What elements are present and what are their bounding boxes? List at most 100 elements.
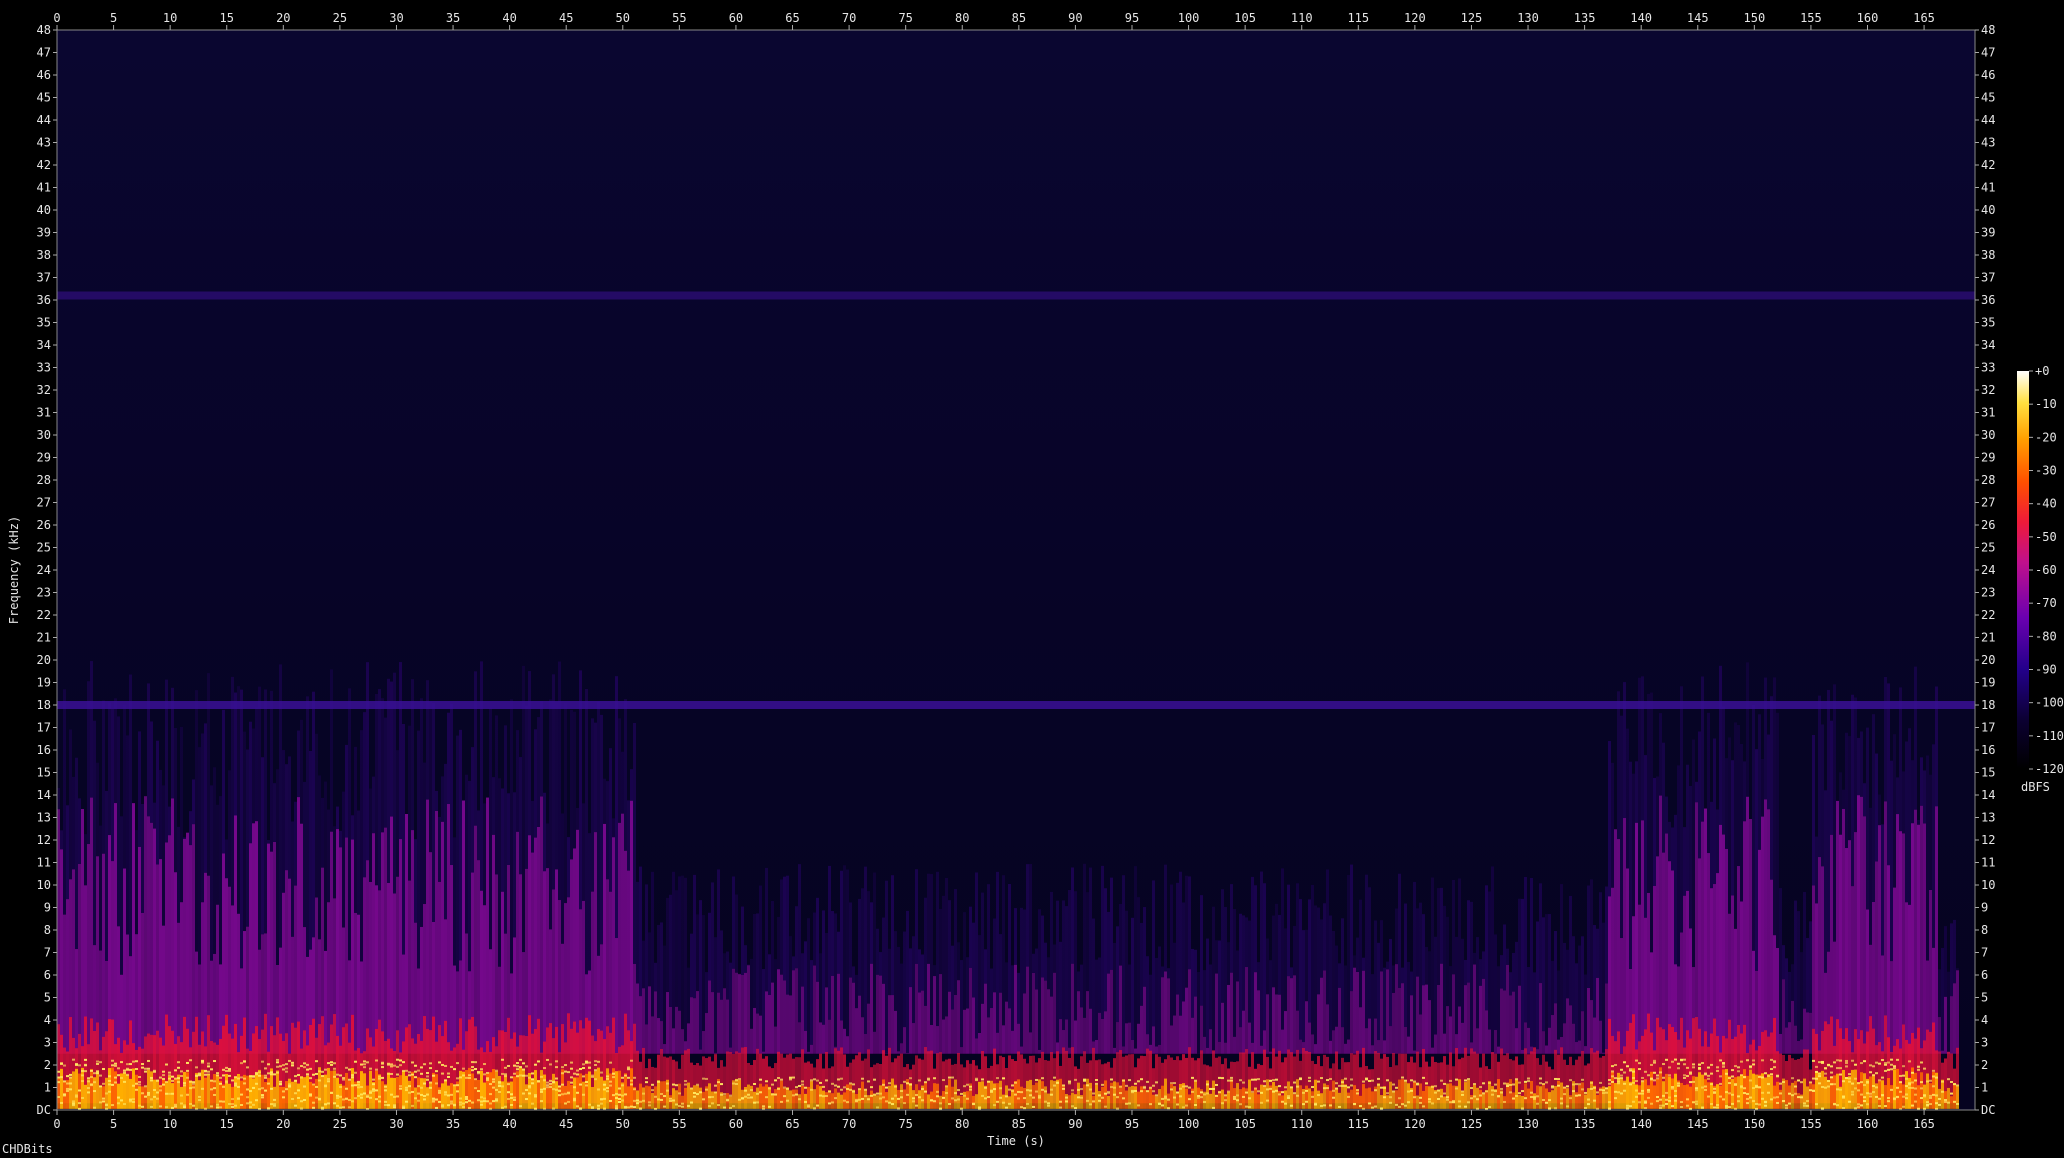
spectrogram-column-haze [615,676,618,939]
spectrogram-speckle [402,1105,405,1108]
spectrogram-speckle [99,1061,102,1064]
spectrogram-speckle [342,1106,345,1109]
spectrogram-speckle [1587,1103,1590,1106]
spectrogram-speckle [963,1094,966,1097]
spectrogram-speckle [711,1102,714,1105]
spectrogram-speckle [375,1089,378,1092]
y-tick-label-left: 47 [37,46,51,60]
spectrogram-speckle [1932,1069,1935,1072]
spectrogram-column-haze [555,702,558,870]
spectrogram-speckle [369,1090,372,1093]
spectrogram-column-haze [519,757,522,875]
spectrogram-column-haze [1674,814,1677,965]
spectrogram-column-haze [441,776,444,822]
spectrogram-speckle [1944,1100,1947,1103]
spectrogram-speckle [1206,1092,1209,1095]
spectrogram-speckle [1662,1063,1665,1066]
spectrogram-column-mid [1293,975,1296,1054]
spectrogram-speckle [702,1098,705,1101]
spectrogram-speckle [1152,1090,1155,1093]
spectrogram-column-mid [1044,980,1047,1054]
spectrogram-column-haze [1209,964,1212,1030]
spectrogram-column-core [1131,1085,1134,1109]
spectrogram-speckle [1428,1098,1431,1101]
spectrogram-speckle [66,1089,69,1092]
spectrogram-column-mid [1905,902,1908,1054]
spectrogram-column-core [480,1070,483,1109]
spectrogram-column-core [219,1080,222,1109]
spectrogram-speckle [1872,1085,1875,1088]
spectrogram-speckle [1353,1103,1356,1106]
spectrogram-speckle [1374,1089,1377,1092]
spectrogram-column-haze [840,870,843,1021]
spectrogram-column-haze [123,704,126,869]
spectrogram-speckle [522,1074,525,1077]
spectrogram-speckle [423,1094,426,1097]
spectrogram-speckle [1554,1077,1557,1080]
spectrogram-speckle [114,1081,117,1084]
spectrogram-column-mid [72,869,75,1054]
spectrogram-speckle [1800,1096,1803,1099]
spectrogram-column-core [1554,1085,1557,1109]
spectrogram-speckle [753,1083,756,1085]
spectrogram-column-mid [1113,1047,1116,1054]
spectrogram-speckle [1197,1094,1200,1097]
spectrogram-speckle [546,1086,549,1089]
spectrogram-speckle [1497,1095,1500,1098]
spectrogram-speckle [84,1070,87,1073]
spectrogram-speckle [762,1107,765,1110]
spectrogram-speckle [423,1082,426,1085]
spectrogram-column-haze [309,750,312,950]
spectrogram-speckle [435,1070,438,1073]
spectrogram-speckle [675,1084,678,1087]
spectrogram-column-haze [567,837,570,898]
spectrogram-speckle [906,1082,909,1085]
spectrogram-speckle [1263,1080,1266,1083]
spectrogram-column-core [933,1083,936,1109]
spectrogram-speckle [1368,1080,1371,1083]
spectrogram-column-core [1413,1081,1416,1109]
spectrogram-speckle [861,1097,864,1100]
spectrogram-column-mid [1596,977,1599,1054]
spectrogram-speckle [735,1079,738,1082]
spectrogram-speckle [1851,1093,1854,1096]
spectrogram-column-haze [282,750,285,893]
spectrogram-column-core [1626,1076,1629,1109]
spectrogram-speckle [1884,1069,1887,1072]
spectrogram-column-mid [699,1049,702,1054]
spectrogram-column-mid [1233,1036,1236,1054]
spectrogram-column-mid [723,988,726,1054]
spectrogram-speckle [1008,1088,1011,1091]
spectrogram-column-haze [858,898,861,996]
spectrogram-speckle [573,1086,576,1089]
spectrogram-speckle [1917,1107,1920,1110]
spectrogram-column-mid [1557,1039,1560,1054]
spectrogram-column-haze [426,680,429,800]
spectrogram-speckle [960,1092,963,1095]
spectrogram-speckle [468,1077,471,1080]
spectrogram-speckle [1935,1094,1938,1097]
spectrogram-speckle [924,1090,927,1093]
spectrogram-column-core [435,1074,438,1109]
spectrogram-speckle [1524,1097,1527,1100]
spectrogram-column-core [483,1082,486,1109]
spectrogram-speckle [1551,1086,1554,1089]
spectrogram-column-haze [1638,677,1641,905]
spectrogram-column-haze [1884,676,1887,802]
spectrogram-speckle [1701,1062,1704,1065]
spectrogram-column-haze [1845,732,1848,849]
x-tick-label-top: 130 [1517,11,1539,25]
spectrogram-speckle [1794,1092,1797,1095]
spectrogram-column-core [342,1085,345,1109]
spectrogram-column-core [519,1067,522,1109]
spectrogram-column-haze [657,924,660,1019]
spectrogram-speckle [720,1083,723,1086]
spectrogram-speckle [258,1071,261,1074]
spectrogram-column-haze [1683,827,1686,896]
spectrogram-speckle [69,1088,72,1091]
spectrogram-speckle [321,1075,324,1078]
spectrogram-speckle [399,1064,402,1067]
spectrogram-column-core [195,1072,198,1109]
spectrogram-speckle [327,1102,330,1105]
spectrogram-speckle [1104,1105,1107,1108]
